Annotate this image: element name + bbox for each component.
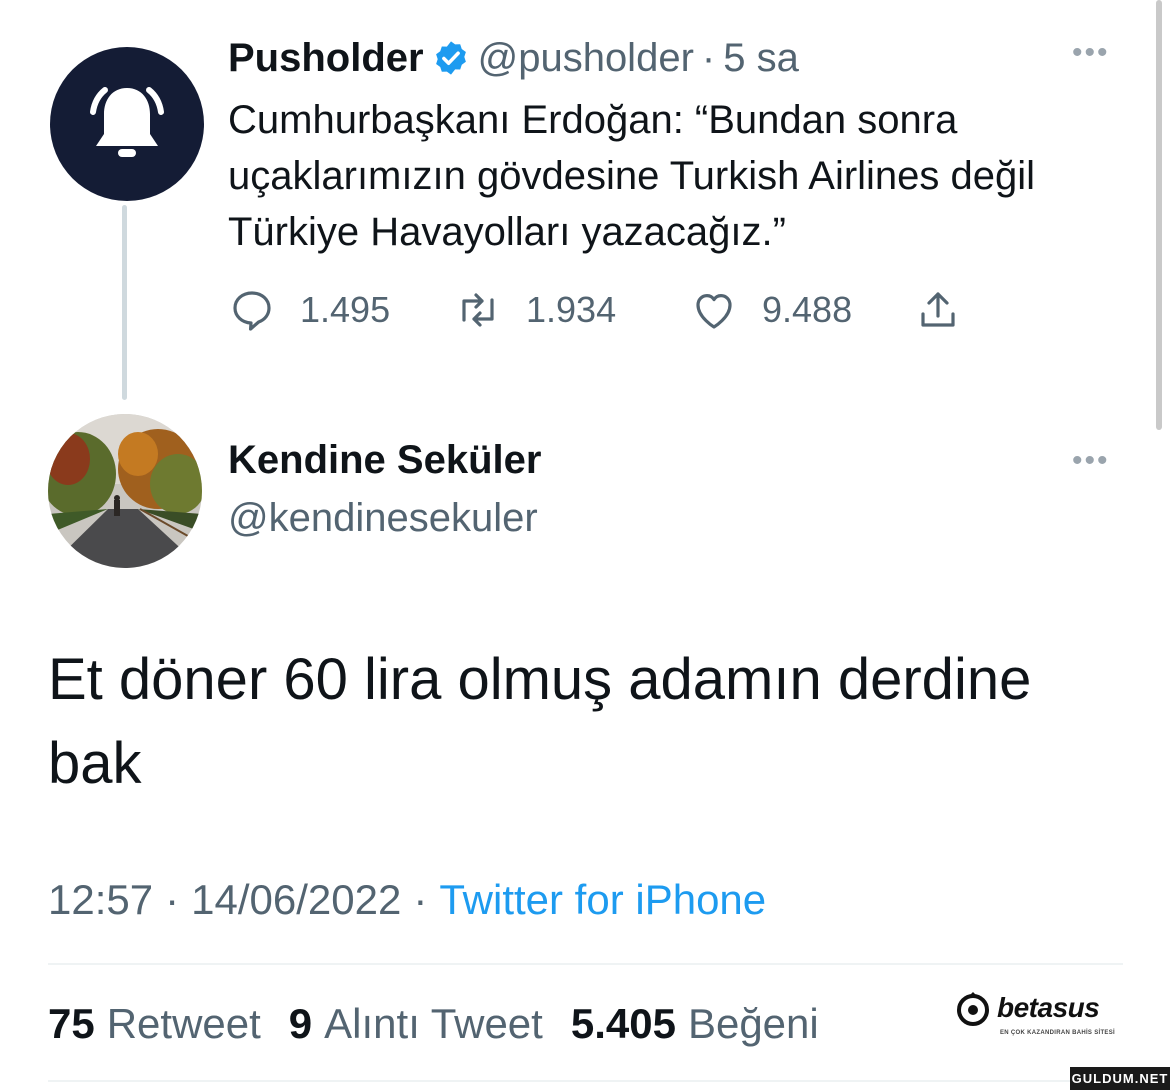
betasus-watermark: betasus (955, 990, 1100, 1026)
likes-stat-label: Beğeni (687, 1000, 819, 1047)
guldum-watermark: GULDUM.NET (1070, 1067, 1170, 1090)
reply-author-name[interactable]: Kendine Seküler (228, 438, 541, 483)
parent-handle[interactable]: @pusholder (478, 36, 694, 81)
share-icon (921, 292, 955, 327)
tweet-date[interactable]: 14/06/2022 (191, 876, 401, 924)
parent-author-name[interactable]: Pusholder (228, 36, 424, 81)
tweet-time[interactable]: 12:57 (48, 876, 153, 924)
tweet-source-link[interactable]: Twitter for iPhone (439, 876, 766, 924)
kendinesekuler-avatar[interactable] (48, 414, 202, 568)
meta-separator: · (165, 876, 180, 923)
quotes-stat[interactable]: 9 Alıntı Tweet (289, 1000, 543, 1048)
reply-tweet-text: Et döner 60 lira olmuş adamın derdine ba… (48, 647, 1032, 796)
pusholder-avatar[interactable] (50, 47, 204, 201)
quotes-stat-count: 9 (288, 1000, 313, 1047)
like-button[interactable]: 9.488 (690, 286, 914, 334)
bell-icon (90, 87, 164, 157)
parent-timestamp[interactable]: 5 sa (723, 36, 799, 81)
betasus-text: betasus (997, 992, 1100, 1023)
likes-stat-count: 5.405 (570, 1000, 676, 1047)
likes-stat[interactable]: 5.405 Beğeni (571, 1000, 819, 1048)
reply-more-icon[interactable]: ••• (1072, 446, 1110, 476)
engagement-stats: 75 Retweet 9 Alıntı Tweet 5.405 Beğeni (48, 1000, 819, 1048)
like-icon (696, 294, 732, 329)
retweet-count: 1.934 (526, 289, 617, 330)
reply-button[interactable]: 1.495 (228, 286, 454, 334)
quotes-stat-label: Alıntı Tweet (324, 1000, 543, 1047)
betasus-logo-icon (957, 992, 989, 1026)
retweet-icon (462, 293, 494, 327)
parent-more-icon[interactable]: ••• (1072, 38, 1110, 68)
divider (48, 963, 1123, 965)
like-count: 9.488 (762, 289, 853, 330)
autumn-path-photo (48, 414, 202, 568)
thread-connector-line (122, 205, 127, 400)
reply-icon (233, 291, 271, 331)
retweet-button[interactable]: 1.934 (454, 286, 690, 334)
betasus-tagline: EN ÇOK KAZANDIRAN BAHİS SİTESİ (1000, 1030, 1116, 1036)
share-button[interactable] (914, 286, 962, 334)
parent-tweet-header: Pusholder @pusholder · 5 sa (228, 34, 799, 82)
retweets-stat[interactable]: 75 Retweet (48, 1000, 261, 1048)
retweets-stat-label: Retweet (106, 1000, 261, 1047)
parent-action-bar: 1.495 1.934 9.488 (228, 284, 962, 336)
parent-tweet-text: Cumhurbaşkanı Erdoğan: “Bundan sonra uça… (228, 98, 1036, 254)
scrollbar[interactable] (1156, 0, 1162, 430)
divider-bottom (48, 1080, 1123, 1082)
reply-count: 1.495 (300, 289, 391, 330)
header-separator: · (701, 35, 716, 80)
verified-badge-icon (432, 39, 470, 77)
retweets-stat-count: 75 (48, 1000, 95, 1047)
tweet-meta: 12:57 · 14/06/2022 · Twitter for iPhone (48, 876, 766, 924)
meta-separator-2: · (413, 876, 428, 923)
reply-handle[interactable]: @kendinesekuler (228, 496, 538, 541)
